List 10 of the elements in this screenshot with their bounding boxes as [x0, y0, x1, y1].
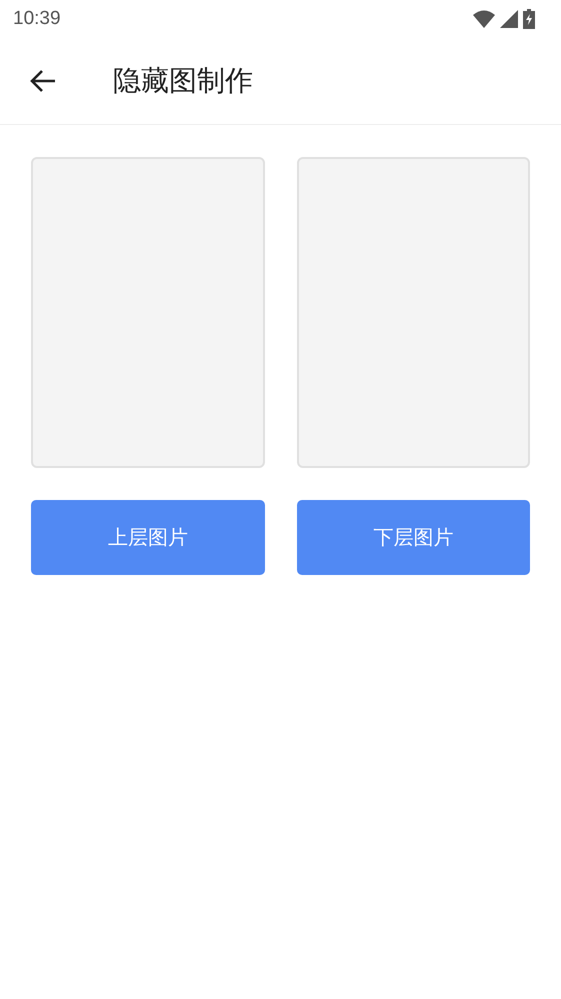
- wifi-icon: [473, 10, 495, 28]
- pick-image-button[interactable]: 下层图片: [296, 500, 530, 575]
- status-time: 10:39: [13, 8, 61, 30]
- image-placeholder[interactable]: [296, 157, 530, 468]
- pick-image-button[interactable]: 上层图片: [31, 500, 264, 575]
- battery-icon: [523, 9, 535, 29]
- signal-icon: [500, 10, 518, 28]
- page-title: 隐藏图制作: [113, 63, 253, 99]
- back-arrow-icon[interactable]: [30, 69, 56, 93]
- image-placeholder[interactable]: [31, 157, 264, 468]
